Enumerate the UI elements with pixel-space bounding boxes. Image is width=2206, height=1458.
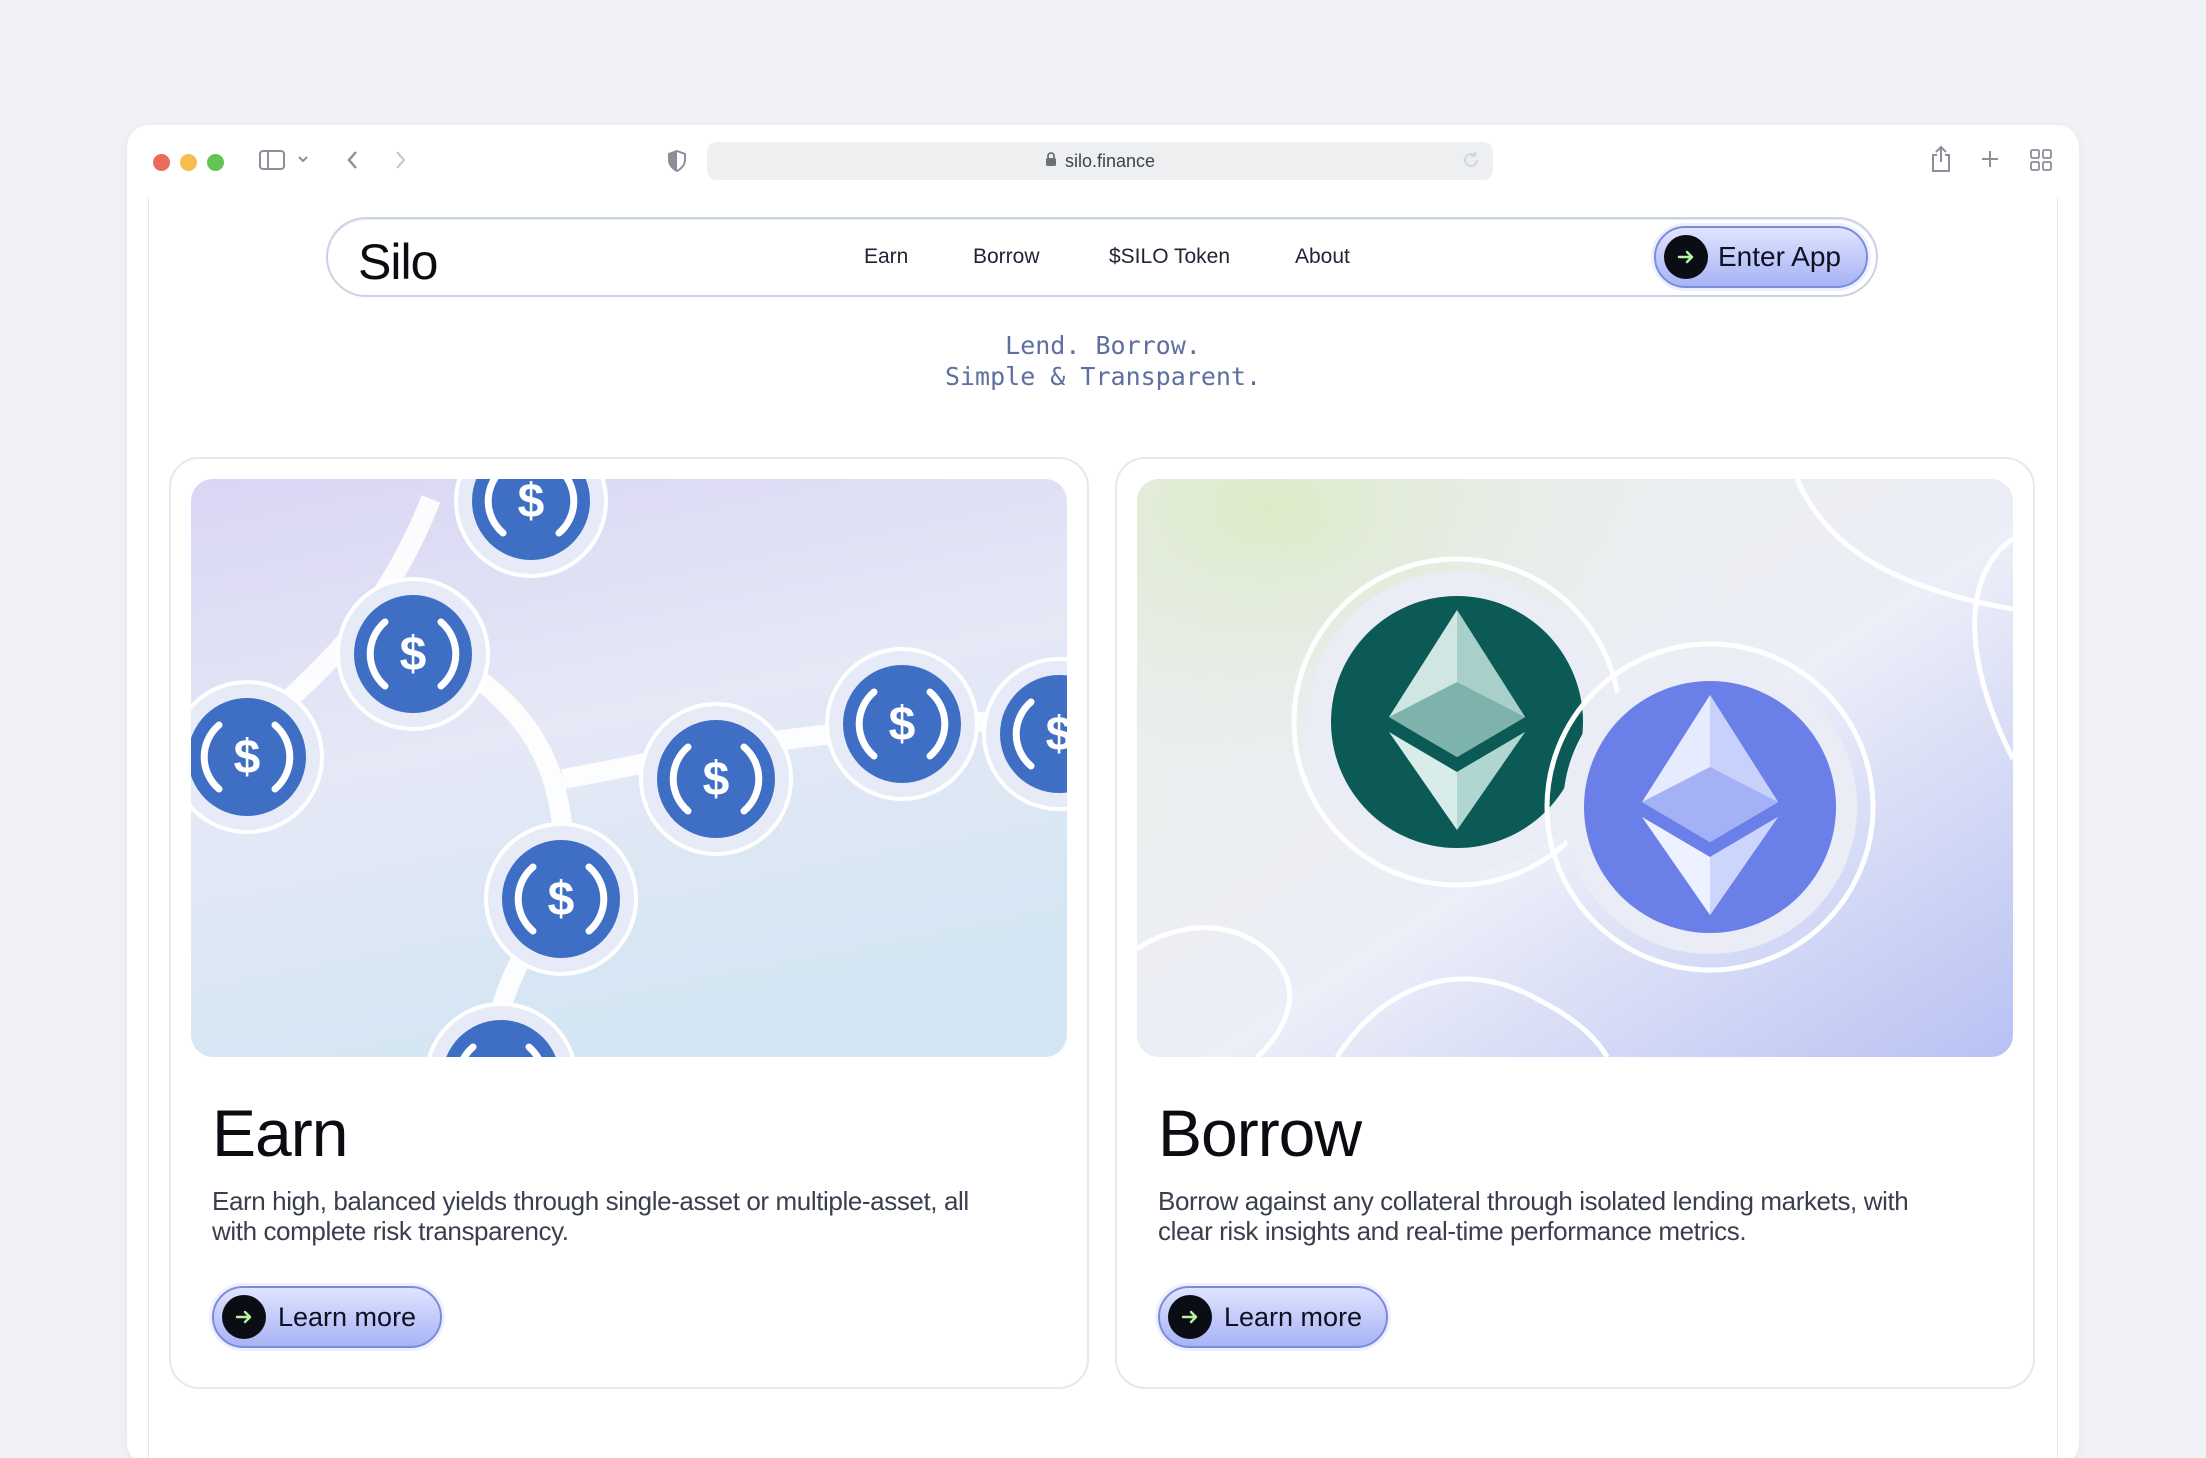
borrow-description: Borrow against any collateral through is… — [1158, 1186, 1909, 1246]
reload-icon[interactable] — [1461, 150, 1481, 175]
shield-icon[interactable] — [667, 150, 687, 172]
close-window-button[interactable] — [153, 154, 170, 171]
browser-toolbar: silo.finance — [127, 125, 2079, 197]
new-tab-icon[interactable] — [1980, 149, 2000, 169]
address-bar[interactable]: silo.finance — [707, 142, 1493, 180]
learn-more-label: Learn more — [278, 1301, 417, 1332]
enter-app-button[interactable]: Enter App — [1654, 226, 1868, 288]
borrow-card[interactable]: Borrow Borrow against any collateral thr… — [1115, 457, 2035, 1389]
borrow-title: Borrow — [1158, 1096, 1362, 1170]
forward-icon[interactable] — [394, 149, 408, 171]
borrow-learn-more-button[interactable]: Learn more — [1158, 1286, 1388, 1348]
nav-link-about[interactable]: About — [1295, 245, 1350, 269]
share-icon[interactable] — [1930, 145, 1952, 173]
usdc-coin-icon — [641, 704, 791, 854]
silo-logo[interactable]: Silo — [358, 233, 438, 291]
chevron-down-icon[interactable] — [297, 153, 309, 165]
tagline-line-2: Simple & Transparent. — [944, 362, 1262, 391]
site-navbar: Silo Earn Borrow $SILO Token About Enter… — [326, 217, 1878, 297]
arrow-right-icon — [1168, 1295, 1212, 1339]
earn-title: Earn — [212, 1096, 348, 1170]
enter-app-label: Enter App — [1718, 241, 1841, 272]
nav-link-silo-token[interactable]: $SILO Token — [1109, 245, 1230, 269]
earn-learn-more-button[interactable]: Learn more — [212, 1286, 442, 1348]
usdc-coin-icon — [486, 824, 636, 974]
url-text: silo.finance — [1064, 150, 1156, 171]
usdc-coin-icon — [338, 579, 488, 729]
arrow-right-icon — [222, 1295, 266, 1339]
earn-illustration: $ — [191, 479, 1067, 1057]
tab-overview-icon[interactable] — [2030, 149, 2052, 171]
nav-link-earn[interactable]: Earn — [864, 245, 908, 269]
borrow-illustration — [1137, 479, 2013, 1057]
maximize-window-button[interactable] — [207, 154, 224, 171]
tagline-line-1: Lend. Borrow. — [1005, 331, 1201, 360]
hero-tagline: Lend. Borrow. Simple & Transparent. — [0, 330, 2206, 392]
lock-icon — [1045, 151, 1057, 172]
usdc-coin-icon — [191, 682, 322, 832]
earn-card[interactable]: $ Earn Earn high, balanced yields throug… — [169, 457, 1089, 1389]
nav-link-borrow[interactable]: Borrow — [973, 245, 1040, 269]
learn-more-label: Learn more — [1224, 1301, 1363, 1332]
ethereum-coin-icon — [1544, 641, 1876, 973]
minimize-window-button[interactable] — [180, 154, 197, 171]
earn-description: Earn high, balanced yields through singl… — [212, 1186, 969, 1246]
arrow-right-icon — [1664, 235, 1708, 279]
sidebar-icon[interactable] — [259, 149, 285, 171]
back-icon[interactable] — [345, 149, 359, 171]
usdc-coin-icon — [827, 649, 977, 799]
